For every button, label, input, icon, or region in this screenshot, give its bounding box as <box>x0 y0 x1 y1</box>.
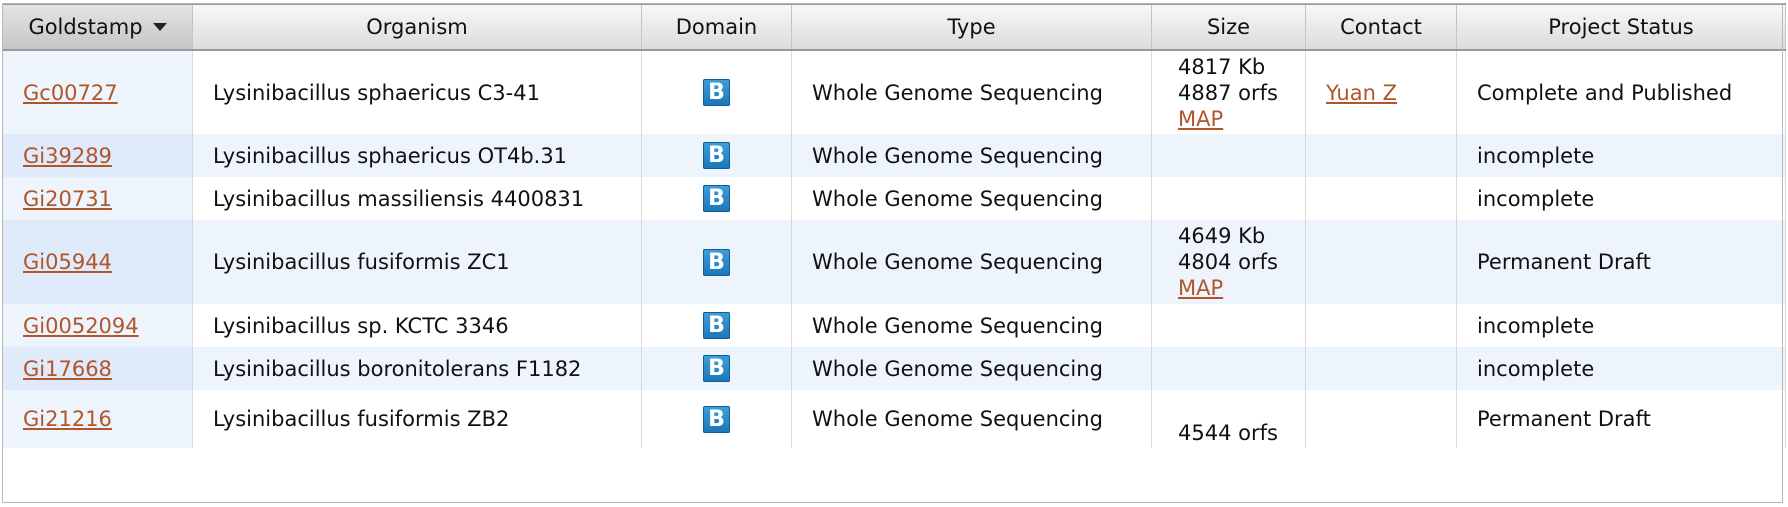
bacteria-domain-icon: B <box>703 79 730 106</box>
type-cell: Whole Genome Sequencing <box>791 304 1152 347</box>
status-cell: incomplete <box>1456 134 1786 177</box>
contact-cell <box>1305 390 1457 448</box>
type-cell: Whole Genome Sequencing <box>791 177 1152 220</box>
status-cell: Permanent Draft <box>1456 220 1786 304</box>
projects-table: Goldstamp Organism Domain Type Size Cont… <box>2 3 1786 448</box>
size-kb: 4649 Kb <box>1178 224 1266 248</box>
map-link[interactable]: MAP <box>1178 275 1297 301</box>
organism-cell: Lysinibacillus sp. KCTC 3346 <box>192 304 642 347</box>
table-row: Gi39289 Lysinibacillus sphaericus OT4b.3… <box>2 134 1786 177</box>
table-row: Gc00727 Lysinibacillus sphaericus C3-41 … <box>2 50 1786 134</box>
size-cell: 4649 Kb 4804 orfs MAP <box>1151 220 1306 304</box>
size-cell: 4544 orfs <box>1151 390 1306 448</box>
bacteria-domain-icon: B <box>703 248 730 276</box>
size-cell <box>1151 304 1306 347</box>
bacteria-domain-icon: B <box>703 355 730 382</box>
type-cell: Whole Genome Sequencing <box>791 390 1152 448</box>
size-cell: 4817 Kb 4887 orfs MAP <box>1151 50 1306 134</box>
size-orfs: 4804 orfs <box>1178 250 1278 274</box>
bacteria-domain-icon: B <box>703 405 730 433</box>
contact-cell <box>1305 347 1457 390</box>
bacteria-domain-icon: B <box>703 142 730 169</box>
map-link[interactable]: MAP <box>1178 106 1297 132</box>
gold-projects-panel: Goldstamp Organism Domain Type Size Cont… <box>0 0 1788 507</box>
status-cell: Permanent Draft <box>1456 390 1786 448</box>
size-orfs: 4544 orfs <box>1178 421 1278 445</box>
organism-cell: Lysinibacillus boronitolerans F1182 <box>192 347 642 390</box>
organism-cell: Lysinibacillus sphaericus C3-41 <box>192 50 642 134</box>
status-cell: incomplete <box>1456 347 1786 390</box>
type-cell: Whole Genome Sequencing <box>791 347 1152 390</box>
contact-cell <box>1305 134 1457 177</box>
table-row: Gi21216 Lysinibacillus fusiformis ZB2 B … <box>2 390 1786 448</box>
type-cell: Whole Genome Sequencing <box>791 220 1152 304</box>
column-header-type[interactable]: Type <box>791 3 1152 51</box>
table-row: Gi0052094 Lysinibacillus sp. KCTC 3346 B… <box>2 304 1786 347</box>
contact-cell <box>1305 304 1457 347</box>
organism-cell: Lysinibacillus massiliensis 4400831 <box>192 177 642 220</box>
column-header-contact[interactable]: Contact <box>1305 3 1457 51</box>
table-row: Gi17668 Lysinibacillus boronitolerans F1… <box>2 347 1786 390</box>
size-cell <box>1151 134 1306 177</box>
contact-cell <box>1305 220 1457 304</box>
size-cell <box>1151 347 1306 390</box>
table-row: Gi20731 Lysinibacillus massiliensis 4400… <box>2 177 1786 220</box>
bacteria-domain-icon: B <box>703 312 730 339</box>
contact-cell <box>1305 177 1457 220</box>
goldstamp-link[interactable]: Gi05944 <box>23 250 112 274</box>
column-header-goldstamp[interactable]: Goldstamp <box>2 3 193 51</box>
goldstamp-link[interactable]: Gi17668 <box>23 357 112 381</box>
size-orfs: 4887 orfs <box>1178 80 1278 105</box>
goldstamp-link[interactable]: Gc00727 <box>23 81 118 105</box>
status-cell: incomplete <box>1456 304 1786 347</box>
size-cell <box>1151 177 1306 220</box>
organism-cell: Lysinibacillus fusiformis ZB2 <box>192 390 642 448</box>
size-kb: 4817 Kb <box>1178 54 1266 79</box>
goldstamp-link[interactable]: Gi0052094 <box>23 314 139 338</box>
column-header-domain[interactable]: Domain <box>641 3 792 51</box>
goldstamp-link[interactable]: Gi21216 <box>23 407 112 431</box>
contact-link[interactable]: Yuan Z <box>1326 81 1397 105</box>
table-row: Gi05944 Lysinibacillus fusiformis ZC1 B … <box>2 220 1786 304</box>
column-header-organism[interactable]: Organism <box>192 3 642 51</box>
organism-cell: Lysinibacillus sphaericus OT4b.31 <box>192 134 642 177</box>
goldstamp-link[interactable]: Gi39289 <box>23 144 112 168</box>
sort-descending-icon <box>152 23 167 31</box>
table-header-row: Goldstamp Organism Domain Type Size Cont… <box>2 3 1786 51</box>
goldstamp-link[interactable]: Gi20731 <box>23 187 112 211</box>
status-cell: Complete and Published <box>1456 50 1786 134</box>
column-header-status[interactable]: Project Status <box>1456 3 1786 51</box>
status-cell: incomplete <box>1456 177 1786 220</box>
type-cell: Whole Genome Sequencing <box>791 134 1152 177</box>
type-cell: Whole Genome Sequencing <box>791 50 1152 134</box>
organism-cell: Lysinibacillus fusiformis ZC1 <box>192 220 642 304</box>
bacteria-domain-icon: B <box>703 185 730 212</box>
column-header-goldstamp-label: Goldstamp <box>28 15 143 39</box>
column-header-size[interactable]: Size <box>1151 3 1306 51</box>
